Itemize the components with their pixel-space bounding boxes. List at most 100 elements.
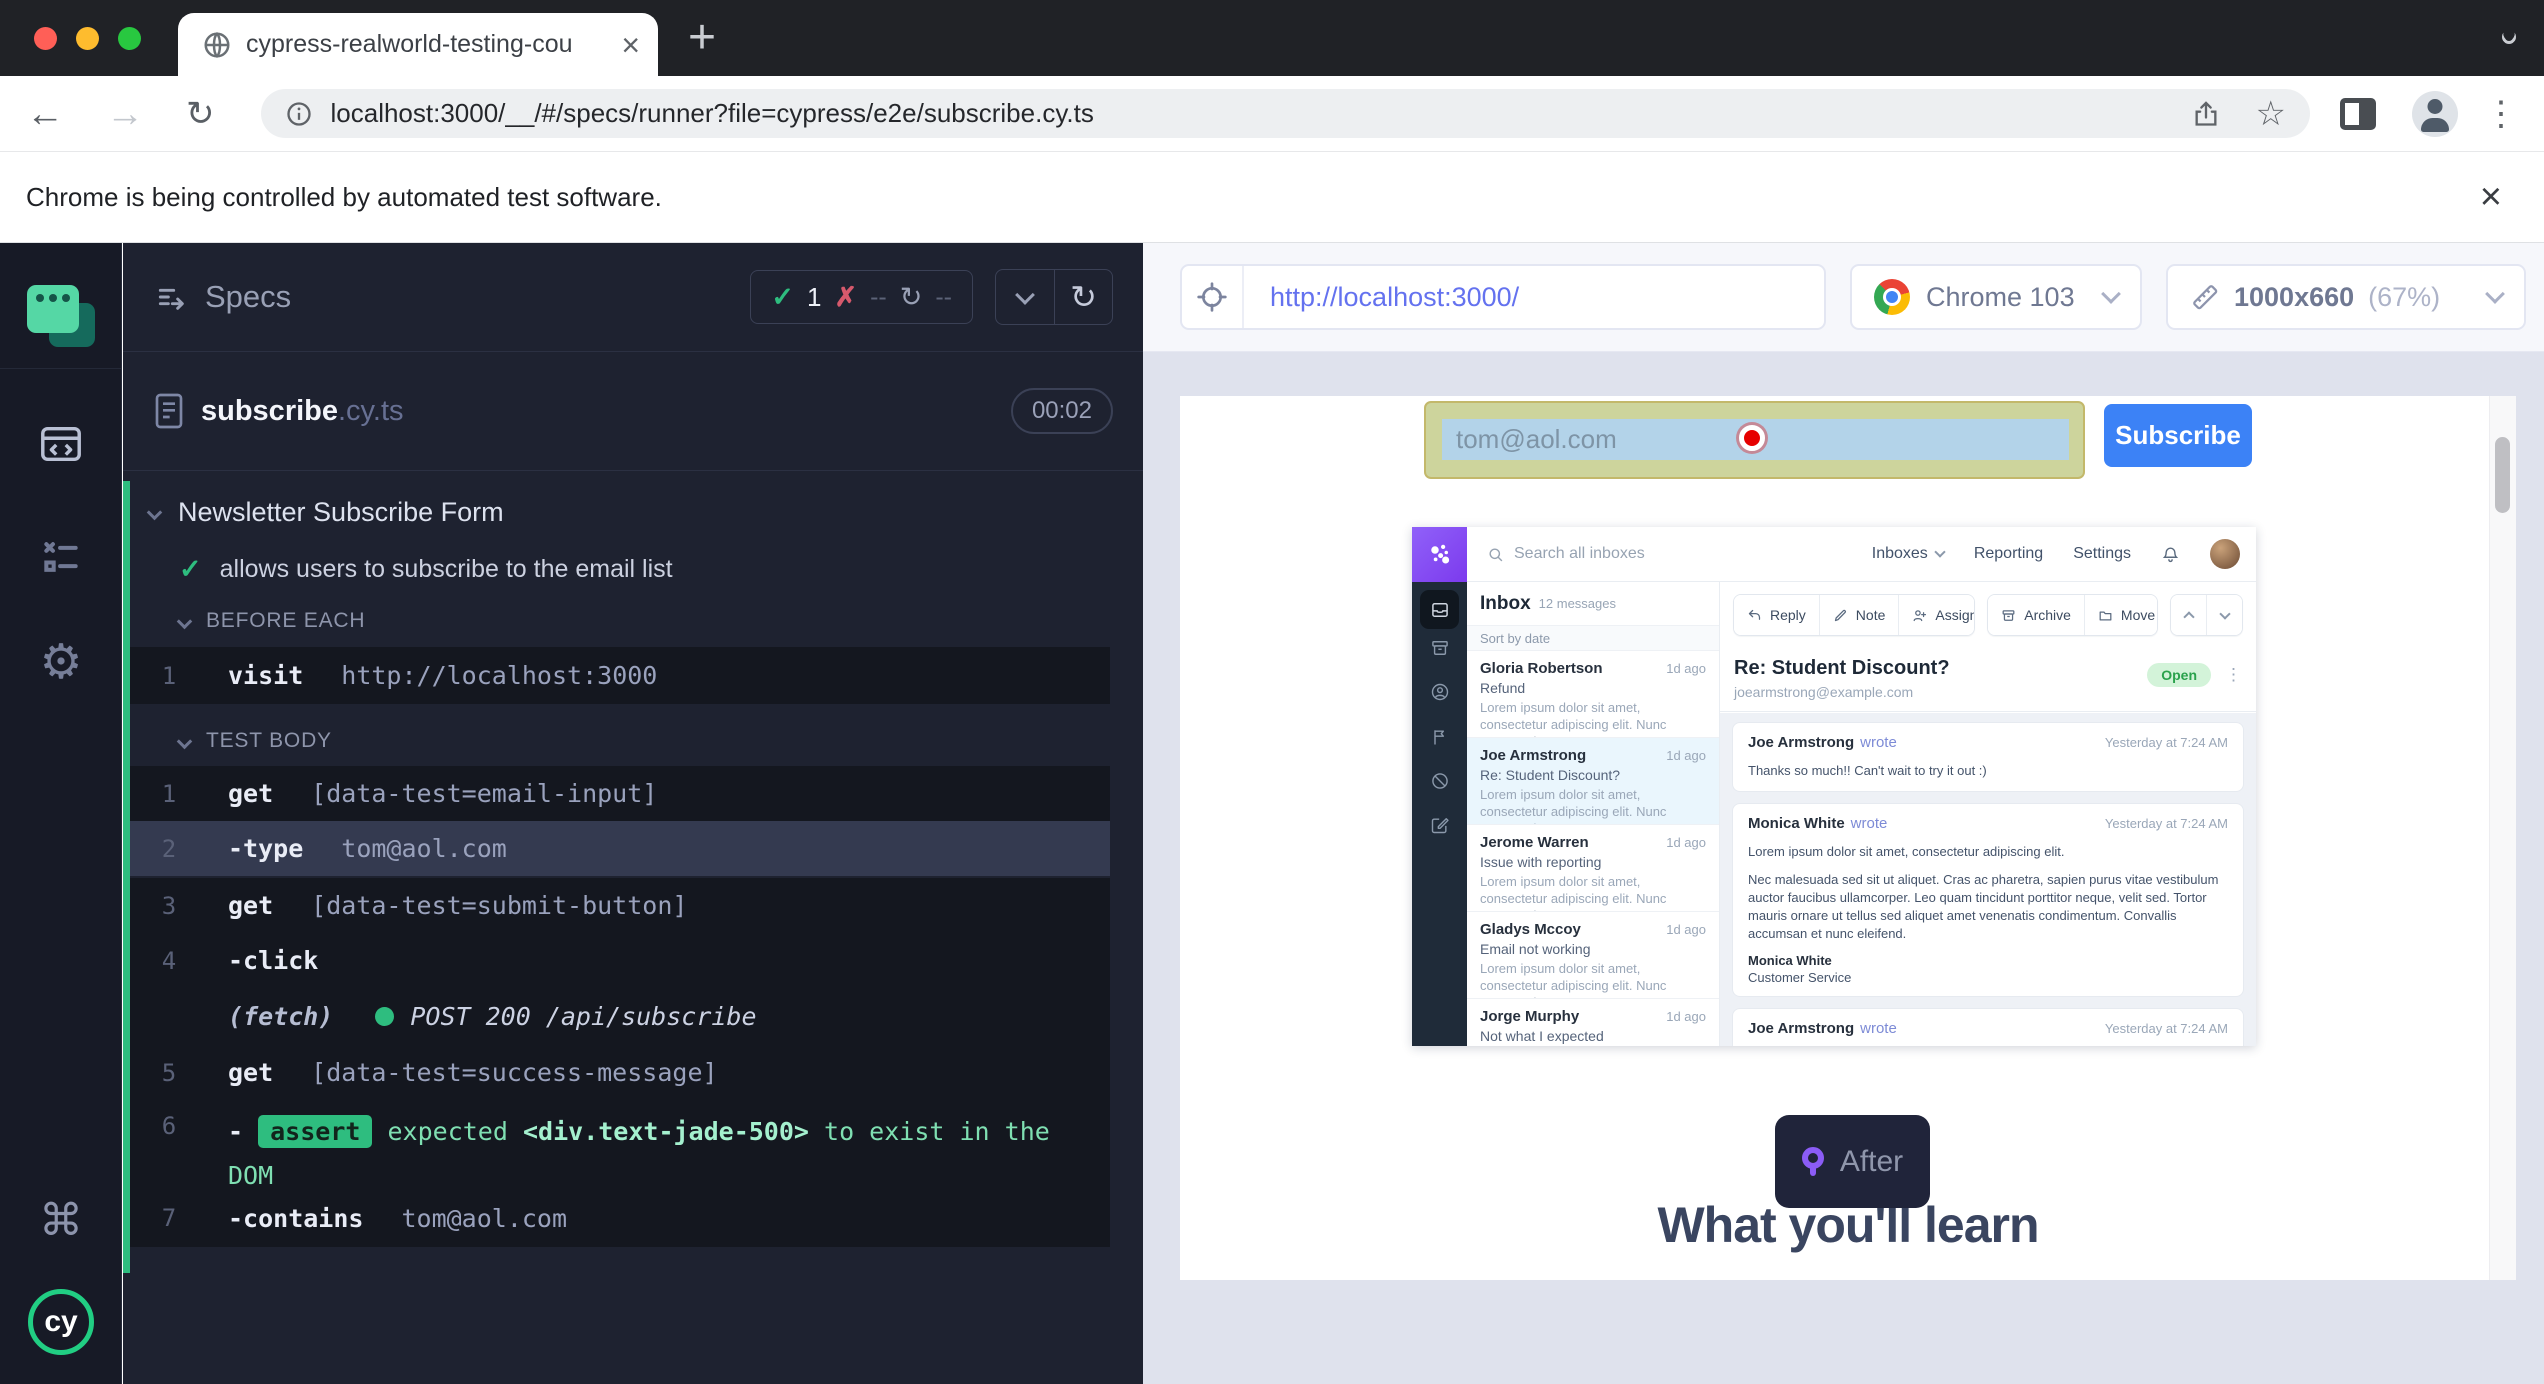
reply-button[interactable]: Reply [1734, 595, 1819, 635]
browser-selector[interactable]: Chrome 103 [1850, 264, 2142, 330]
command-visit[interactable]: 1 visit http://localhost:3000 [130, 647, 1110, 704]
cypress-rail: ⚙ ⌘ cy [0, 243, 122, 1384]
nav-reporting[interactable]: Reporting [1974, 545, 2043, 563]
passed-count: 1 [807, 282, 821, 313]
sidebar-flag-icon[interactable] [1412, 727, 1467, 747]
email-list: Inbox 12 messages Sort by date Gloria Ro… [1467, 582, 1720, 1046]
cypress-app-logo-icon [27, 285, 95, 347]
forward-button[interactable]: → [106, 95, 144, 133]
cypress-cy-logo[interactable]: cy [0, 1289, 122, 1355]
share-icon[interactable] [2192, 100, 2220, 128]
email-time: 1d ago [1666, 661, 1706, 676]
maximize-window-button[interactable] [118, 27, 141, 50]
failed-count: -- [870, 283, 887, 312]
command-get-success-message[interactable]: 5 get [data-test=success-message] [130, 1045, 1110, 1100]
message-body2: Nec malesuada sed sit ut aliquet. Cras a… [1748, 871, 2228, 943]
rail-specs-icon[interactable] [0, 421, 122, 467]
rail-keyboard-shortcuts-icon[interactable]: ⌘ [0, 1199, 122, 1243]
globe-favicon-icon [202, 30, 232, 60]
browser-tab[interactable]: cypress-realworld-testing-cou × [178, 13, 658, 76]
command-number: 1 [130, 662, 208, 690]
rerun-tests-button[interactable]: ↻ [1054, 270, 1112, 324]
sidebar-archive-icon[interactable] [1412, 638, 1467, 658]
command-type-highlighted[interactable]: 2 -type tom@aol.com [130, 821, 1110, 876]
next-email-button[interactable] [2206, 595, 2242, 635]
aut-scrollbar-thumb[interactable] [2495, 437, 2510, 513]
command-args: tom@aol.com [341, 834, 507, 863]
reload-button[interactable]: ↻ [186, 97, 215, 131]
command-get-submit-button[interactable]: 3 get [data-test=submit-button] [130, 878, 1110, 933]
suite-row[interactable]: Newsletter Subscribe Form [123, 491, 1143, 533]
bell-icon[interactable] [2161, 545, 2180, 564]
command-method: -type [228, 834, 303, 863]
message-card: Joe Armstrong wrote Yesterday at 7:24 AM… [1732, 1008, 2244, 1046]
assert-selector: <div.text-jade-500> [523, 1117, 809, 1146]
email-list-item[interactable]: Jorge Murphy1d ago Not what I expected L… [1467, 999, 1719, 1046]
archive-button[interactable]: Archive [1988, 595, 2084, 635]
page-info-icon[interactable] [285, 100, 313, 128]
sidebar-inbox-icon[interactable] [1420, 590, 1459, 629]
command-click[interactable]: 4 -click [130, 933, 1110, 988]
reporter-actions: ↻ [995, 269, 1113, 325]
bookmark-star-icon[interactable]: ☆ [2256, 97, 2286, 131]
address-bar[interactable]: localhost:3000/__/#/specs/runner?file=cy… [261, 89, 2311, 138]
status-badge[interactable]: Open [2147, 663, 2211, 687]
email-list-item[interactable]: Jerome Warren1d ago Issue with reporting… [1467, 825, 1719, 912]
move-button[interactable]: Move [2084, 595, 2158, 635]
selector-playground-icon[interactable] [1182, 266, 1244, 328]
test-title: allows users to subscribe to the email l… [220, 555, 673, 584]
user-avatar[interactable] [2210, 539, 2240, 569]
banner-close-icon[interactable]: × [2480, 178, 2502, 216]
close-window-button[interactable] [34, 27, 57, 50]
search-input[interactable]: Search all inboxes [1514, 545, 1645, 563]
subscribe-button[interactable]: Subscribe [2104, 404, 2252, 467]
before-each-section[interactable]: BEFORE EACH [123, 603, 1143, 639]
test-body-section[interactable]: TEST BODY [123, 723, 1143, 759]
email-sender: Gladys Mccoy [1480, 921, 1581, 938]
list-count: 12 messages [1539, 596, 1616, 611]
email-sender: Jorge Murphy [1480, 1008, 1579, 1025]
viewport-selector[interactable]: 1000x660 (67%) [2166, 264, 2526, 330]
minimize-window-button[interactable] [76, 27, 99, 50]
test-row[interactable]: ✓ allows users to subscribe to the email… [123, 549, 1143, 589]
sidebar-compose-icon[interactable] [1412, 815, 1467, 835]
email-subject: Not what I expected [1480, 1028, 1706, 1044]
message-time: Yesterday at 7:24 AM [2105, 735, 2228, 750]
spec-file-row[interactable]: subscribe .cy.ts 00:02 [123, 352, 1143, 471]
email-menu-icon[interactable]: ⋮ [2225, 665, 2242, 685]
side-panel-icon[interactable] [2340, 98, 2376, 130]
rail-settings-icon[interactable]: ⚙ [0, 639, 122, 687]
assign-button[interactable]: Assign [1898, 595, 1975, 635]
sidebar-spam-icon[interactable] [1412, 771, 1467, 791]
profile-avatar[interactable] [2412, 91, 2458, 137]
command-fetch-route[interactable]: (fetch) POST 200 /api/subscribe [130, 988, 1110, 1045]
collapse-all-button[interactable] [996, 270, 1054, 324]
email-list-item[interactable]: Gladys Mccoy1d ago Email not working Lor… [1467, 912, 1719, 999]
aut-url-bar[interactable]: http://localhost:3000/ [1180, 264, 1826, 330]
message-time: Yesterday at 7:24 AM [2105, 1021, 2228, 1036]
sidebar-contacts-icon[interactable] [1412, 682, 1467, 702]
test-passed-check-icon: ✓ [179, 554, 202, 585]
tab-close-icon[interactable]: × [621, 29, 640, 61]
new-tab-button[interactable]: + [688, 10, 716, 65]
nav-inboxes[interactable]: Inboxes [1872, 545, 1944, 563]
sort-by-date[interactable]: Sort by date [1467, 625, 1719, 651]
assert-message: - assert expected <div.text-jade-500> to… [228, 1100, 1050, 1208]
nav-settings[interactable]: Settings [2073, 545, 2131, 563]
rail-runs-icon[interactable] [0, 535, 122, 579]
browser-menu-icon[interactable]: ⋮ [2484, 94, 2518, 134]
aut-scrollbar[interactable] [2489, 396, 2516, 1280]
email-preview: Lorem ipsum dolor sit amet, consectetur … [1480, 873, 1706, 912]
specs-list-icon[interactable] [153, 281, 189, 313]
ruler-icon [2190, 282, 2220, 312]
command-assert[interactable]: 6 - assert expected <div.text-jade-500> … [130, 1100, 1110, 1189]
email-preview: Lorem ipsum dolor sit amet, consectetur … [1480, 699, 1706, 738]
main-area: ⚙ ⌘ cy Specs ✓ 1 ✗ -- ↻ [0, 243, 2544, 1384]
email-list-item[interactable]: Gloria Robertson1d ago Refund Lorem ipsu… [1467, 651, 1719, 738]
previous-email-button[interactable] [2171, 595, 2207, 635]
tab-search-chevron-icon[interactable] [2502, 30, 2516, 44]
email-list-item-selected[interactable]: Joe Armstrong1d ago Re: Student Discount… [1467, 738, 1719, 825]
back-button[interactable]: ← [26, 95, 64, 133]
command-get-email-input[interactable]: 1 get [data-test=email-input] [130, 766, 1110, 821]
note-button[interactable]: Note [1819, 595, 1899, 635]
